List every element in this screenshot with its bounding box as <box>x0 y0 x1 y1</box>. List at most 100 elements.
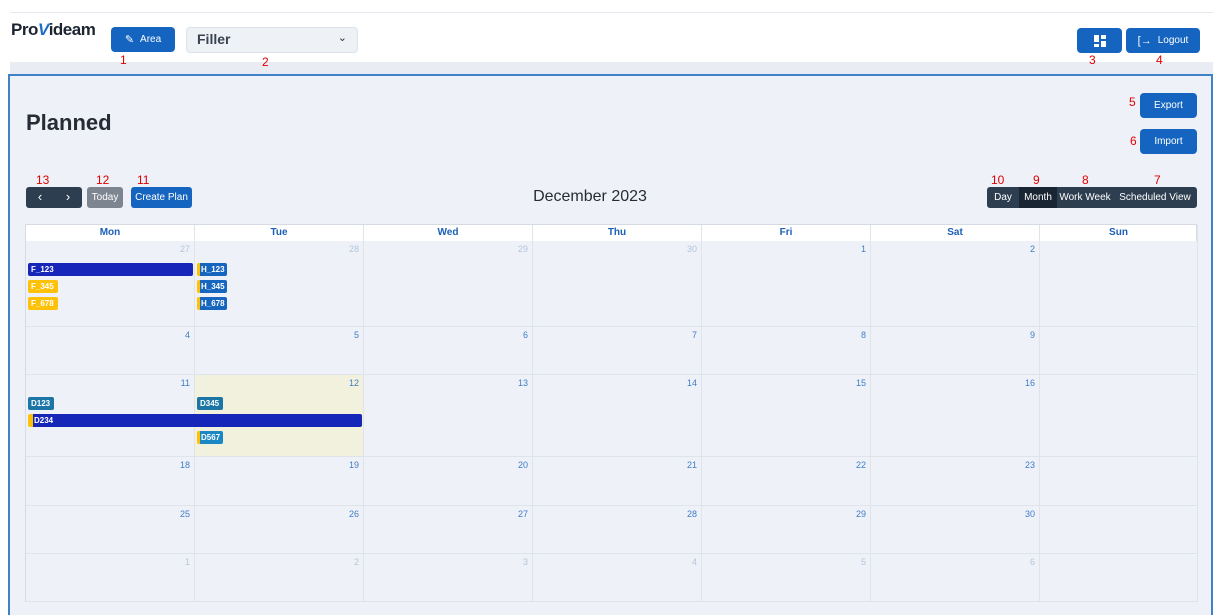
day-number[interactable]: 5 <box>354 330 359 340</box>
calendar-day-cell[interactable]: 6 <box>871 554 1040 602</box>
calendar-day-cell[interactable]: 4 <box>26 327 195 375</box>
calendar-day-cell[interactable]: 13 <box>364 375 533 457</box>
day-number[interactable]: 25 <box>180 509 190 519</box>
create-plan-button[interactable]: Create Plan <box>131 187 192 208</box>
day-number[interactable]: 6 <box>1030 557 1035 567</box>
calendar-event-d123[interactable]: D123 <box>28 397 54 410</box>
calendar-day-cell[interactable]: 5 <box>702 554 871 602</box>
day-number[interactable]: 1 <box>861 244 866 254</box>
calendar-day-cell[interactable]: 2 <box>871 241 1040 327</box>
calendar-event-d345[interactable]: D345 <box>197 397 223 410</box>
calendar-day-cell[interactable]: 18 <box>26 457 195 506</box>
providedam-logo[interactable]: ProVideam <box>11 20 96 40</box>
day-number[interactable]: 2 <box>354 557 359 567</box>
calendar-event-h_123[interactable]: H_123 <box>197 263 227 276</box>
calendar-day-cell[interactable]: 23 <box>871 457 1040 506</box>
calendar-day-cell[interactable]: 14 <box>533 375 702 457</box>
calendar-day-cell[interactable]: 9 <box>871 327 1040 375</box>
calendar-day-cell[interactable]: 21 <box>533 457 702 506</box>
day-number[interactable]: 8 <box>861 330 866 340</box>
calendar-day-cell[interactable]: 4 <box>533 554 702 602</box>
calendar-title: December 2023 <box>533 188 647 205</box>
calendar-day-cell[interactable]: 7 <box>533 327 702 375</box>
calendar-day-cell[interactable]: 8 <box>702 327 871 375</box>
calendar-day-cell[interactable] <box>1040 457 1198 506</box>
calendar-day-cell[interactable]: 2 <box>195 554 364 602</box>
view-day-button[interactable]: Day <box>987 187 1019 208</box>
view-scheduled-button[interactable]: Scheduled View <box>1113 187 1197 208</box>
day-number[interactable]: 13 <box>518 378 528 388</box>
calendar-day-cell[interactable]: 6 <box>364 327 533 375</box>
calendar-day-cell[interactable]: 19 <box>195 457 364 506</box>
calendar-day-cell[interactable]: 15 <box>702 375 871 457</box>
day-number[interactable]: 14 <box>687 378 697 388</box>
calendar-day-cell[interactable]: 28 <box>533 506 702 554</box>
prev-button[interactable]: ‹ <box>26 187 54 208</box>
day-number[interactable]: 22 <box>856 460 866 470</box>
area-button[interactable]: ✎ Area <box>111 27 175 52</box>
day-number[interactable]: 21 <box>687 460 697 470</box>
calendar-day-cell[interactable] <box>1040 554 1198 602</box>
calendar-day-cell[interactable]: 1 <box>702 241 871 327</box>
calendar-day-cell[interactable]: 1 <box>26 554 195 602</box>
day-number[interactable]: 19 <box>349 460 359 470</box>
calendar-day-cell[interactable]: 20 <box>364 457 533 506</box>
day-number[interactable]: 3 <box>523 557 528 567</box>
day-number[interactable]: 15 <box>856 378 866 388</box>
day-number[interactable]: 6 <box>523 330 528 340</box>
day-number[interactable]: 30 <box>1025 509 1035 519</box>
day-number[interactable]: 5 <box>861 557 866 567</box>
day-number[interactable]: 11 <box>181 378 190 388</box>
calendar-event-d567[interactable]: D567 <box>197 431 223 444</box>
day-number[interactable]: 4 <box>692 557 697 567</box>
calendar-day-cell[interactable]: 30 <box>871 506 1040 554</box>
day-number[interactable]: 23 <box>1025 460 1035 470</box>
day-number[interactable]: 29 <box>518 244 528 254</box>
filler-select[interactable]: Filler ⌄ <box>186 27 358 53</box>
dashboard-button[interactable] <box>1077 28 1122 53</box>
day-number[interactable]: 18 <box>180 460 190 470</box>
day-number[interactable]: 16 <box>1025 378 1035 388</box>
day-number[interactable]: 9 <box>1030 330 1035 340</box>
calendar-day-cell[interactable] <box>1040 375 1198 457</box>
export-button[interactable]: Export <box>1140 93 1197 118</box>
calendar-day-cell[interactable]: 30 <box>533 241 702 327</box>
import-button[interactable]: Import <box>1140 129 1197 154</box>
calendar-day-cell[interactable]: 27 <box>364 506 533 554</box>
day-number[interactable]: 4 <box>185 330 190 340</box>
day-number[interactable]: 7 <box>692 330 697 340</box>
day-number[interactable]: 12 <box>349 378 359 388</box>
logout-button[interactable]: [→ Logout <box>1126 28 1200 53</box>
calendar-event-f_678[interactable]: F_678 <box>28 297 58 310</box>
view-work-week-button[interactable]: Work Week <box>1057 187 1113 208</box>
calendar-day-cell[interactable]: 16 <box>871 375 1040 457</box>
calendar-event-f_345[interactable]: F_345 <box>28 280 58 293</box>
day-number[interactable]: 27 <box>518 509 528 519</box>
day-number[interactable]: 2 <box>1030 244 1035 254</box>
calendar-day-cell[interactable]: 29 <box>702 506 871 554</box>
today-button[interactable]: Today <box>87 187 123 208</box>
day-number[interactable]: 28 <box>349 244 359 254</box>
day-number[interactable]: 30 <box>687 244 697 254</box>
calendar-event-h_345[interactable]: H_345 <box>197 280 227 293</box>
calendar-day-cell[interactable] <box>1040 506 1198 554</box>
calendar-event-h_678[interactable]: H_678 <box>197 297 227 310</box>
calendar-event-d234[interactable]: D234 <box>28 414 362 427</box>
day-number[interactable]: 1 <box>185 557 190 567</box>
calendar-day-cell[interactable]: 22 <box>702 457 871 506</box>
calendar-day-cell[interactable]: 5 <box>195 327 364 375</box>
day-number[interactable]: 29 <box>856 509 866 519</box>
calendar-day-cell[interactable]: 26 <box>195 506 364 554</box>
calendar-day-cell[interactable] <box>1040 327 1198 375</box>
calendar-event-f_123[interactable]: F_123 <box>28 263 193 276</box>
day-number[interactable]: 26 <box>349 509 359 519</box>
view-month-button[interactable]: Month <box>1019 187 1057 208</box>
day-number[interactable]: 28 <box>687 509 697 519</box>
calendar-day-cell[interactable]: 25 <box>26 506 195 554</box>
next-button[interactable]: › <box>54 187 82 208</box>
calendar-day-cell[interactable]: 29 <box>364 241 533 327</box>
day-number[interactable]: 27 <box>180 244 190 254</box>
calendar-day-cell[interactable] <box>1040 241 1198 327</box>
calendar-day-cell[interactable]: 3 <box>364 554 533 602</box>
day-number[interactable]: 20 <box>518 460 528 470</box>
